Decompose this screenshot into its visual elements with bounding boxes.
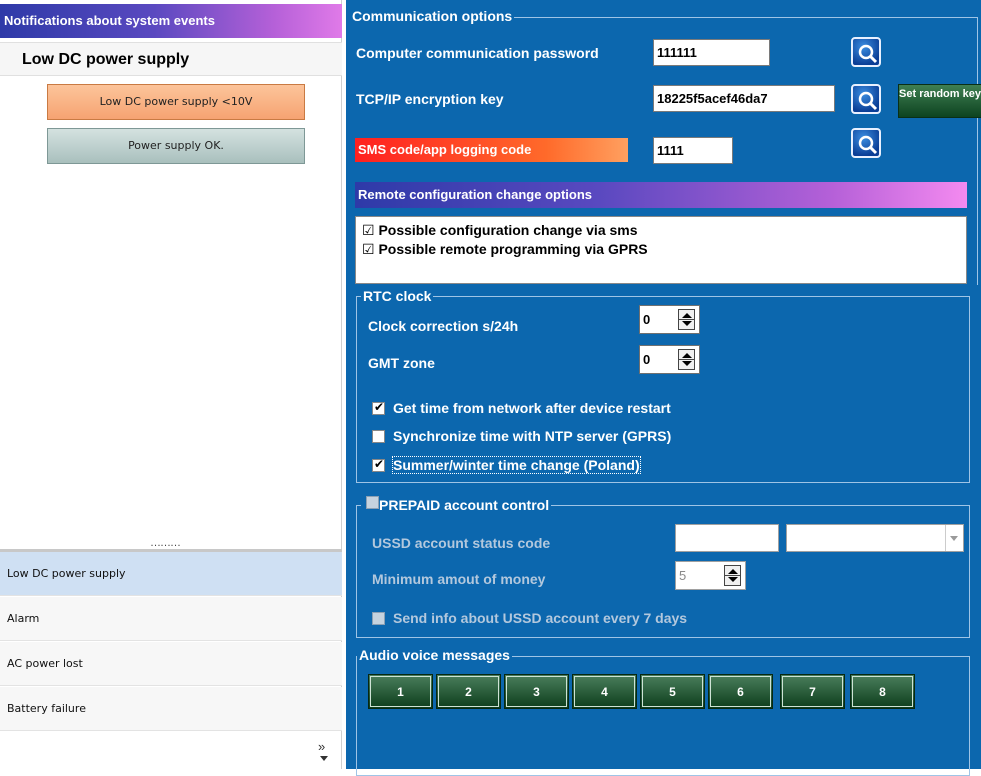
magnifier-icon xyxy=(858,44,878,64)
remote-option-sms-label: Possible configuration change via sms xyxy=(378,222,638,238)
list-item-battery-failure[interactable]: Battery failure xyxy=(0,687,342,731)
remote-option-gprs[interactable]: ☑ Possible remote programming via GPRS xyxy=(362,241,648,258)
prepaid-enable-checkbox[interactable] xyxy=(366,496,379,509)
power-ok-message-button[interactable]: Power supply OK. xyxy=(47,128,305,164)
event-title: Low DC power supply xyxy=(0,42,342,76)
clock-correction-spinner[interactable]: 0 xyxy=(639,305,700,334)
double-chevron-icon: » xyxy=(318,739,326,754)
spinner-arrows-icon[interactable] xyxy=(678,309,695,330)
prepaid-title: PREPAID account control xyxy=(361,497,552,513)
min-money-spinner[interactable]: 5 xyxy=(675,561,746,590)
gmt-zone-spinner[interactable]: 0 xyxy=(639,345,700,374)
min-money-label: Minimum amout of money xyxy=(372,571,546,587)
set-random-key-button[interactable]: Set random key xyxy=(898,84,981,118)
clock-correction-label: Clock correction s/24h xyxy=(368,318,519,334)
password-label: Computer communication password xyxy=(356,45,599,61)
checked-box-icon: ☑ xyxy=(362,222,375,238)
rtc-title: RTC clock xyxy=(361,288,434,304)
ussd-code-field[interactable] xyxy=(675,524,779,552)
settings-panel: Communication options Computer communica… xyxy=(346,0,981,776)
audio-message-4-button[interactable]: 4 xyxy=(572,674,637,709)
clock-correction-value: 0 xyxy=(643,312,651,327)
password-field[interactable]: 111111 xyxy=(653,39,770,66)
ussd-operator-select[interactable] xyxy=(786,524,964,552)
more-items-icon[interactable]: » xyxy=(318,740,328,761)
list-item-low-dc[interactable]: Low DC power supply xyxy=(0,552,342,596)
remote-config-list: ☑ Possible configuration change via sms … xyxy=(355,216,967,284)
ntp-sync-checkbox[interactable] xyxy=(372,430,385,443)
network-time-label: Get time from network after device resta… xyxy=(393,400,671,416)
chevron-down-icon xyxy=(950,536,958,541)
tcp-key-label: TCP/IP encryption key xyxy=(356,91,504,107)
remote-config-header: Remote configuration change options xyxy=(355,182,967,208)
tcp-key-field[interactable]: 18225f5acef46da7 xyxy=(653,85,835,112)
notifications-panel: Notifications about system events Low DC… xyxy=(0,0,342,769)
audio-message-1-button[interactable]: 1 xyxy=(368,674,433,709)
communication-title: Communication options xyxy=(350,8,515,24)
checked-box-icon: ☑ xyxy=(362,241,375,257)
low-dc-message-button[interactable]: Low DC power supply <10V xyxy=(47,84,305,120)
remote-option-sms[interactable]: ☑ Possible configuration change via sms xyxy=(362,222,638,239)
sms-code-field[interactable]: 1111 xyxy=(653,137,733,164)
min-money-value: 5 xyxy=(679,568,687,583)
notifications-header: Notifications about system events xyxy=(0,4,342,38)
spinner-arrows-icon[interactable] xyxy=(678,349,695,370)
gmt-zone-label: GMT zone xyxy=(368,355,435,371)
list-item-ac-power-lost[interactable]: AC power lost xyxy=(0,642,342,686)
show-sms-code-button[interactable] xyxy=(851,128,881,158)
splitter-grip[interactable]: ……… xyxy=(150,537,181,549)
audio-message-7-button[interactable]: 7 xyxy=(780,674,845,709)
list-item-alarm[interactable]: Alarm xyxy=(0,597,342,641)
dst-label: Summer/winter time change (Poland) xyxy=(392,456,641,474)
gmt-zone-value: 0 xyxy=(643,352,651,367)
dst-checkbox[interactable] xyxy=(372,457,385,472)
audio-message-3-button[interactable]: 3 xyxy=(504,674,569,709)
magnifier-icon xyxy=(858,135,878,155)
audio-message-5-button[interactable]: 5 xyxy=(640,674,705,709)
audio-message-6-button[interactable]: 6 xyxy=(708,674,773,709)
dropdown-arrow-icon xyxy=(320,756,328,761)
audio-message-2-button[interactable]: 2 xyxy=(436,674,501,709)
audio-message-8-button[interactable]: 8 xyxy=(850,674,915,709)
audio-title: Audio voice messages xyxy=(357,647,512,663)
spinner-arrows-icon[interactable] xyxy=(724,565,741,586)
ussd-info-checkbox[interactable] xyxy=(372,612,385,625)
network-time-checkbox[interactable] xyxy=(372,400,385,415)
show-password-button[interactable] xyxy=(851,37,881,67)
magnifier-icon xyxy=(858,91,878,111)
ntp-sync-label: Synchronize time with NTP server (GPRS) xyxy=(393,428,672,444)
remote-option-gprs-label: Possible remote programming via GPRS xyxy=(378,241,648,257)
ussd-info-label: Send info about USSD account every 7 day… xyxy=(393,610,688,626)
ussd-code-label: USSD account status code xyxy=(372,535,551,551)
show-key-button[interactable] xyxy=(851,84,881,114)
dropdown-button[interactable] xyxy=(945,525,963,551)
sms-code-label: SMS code/app logging code xyxy=(355,138,628,162)
